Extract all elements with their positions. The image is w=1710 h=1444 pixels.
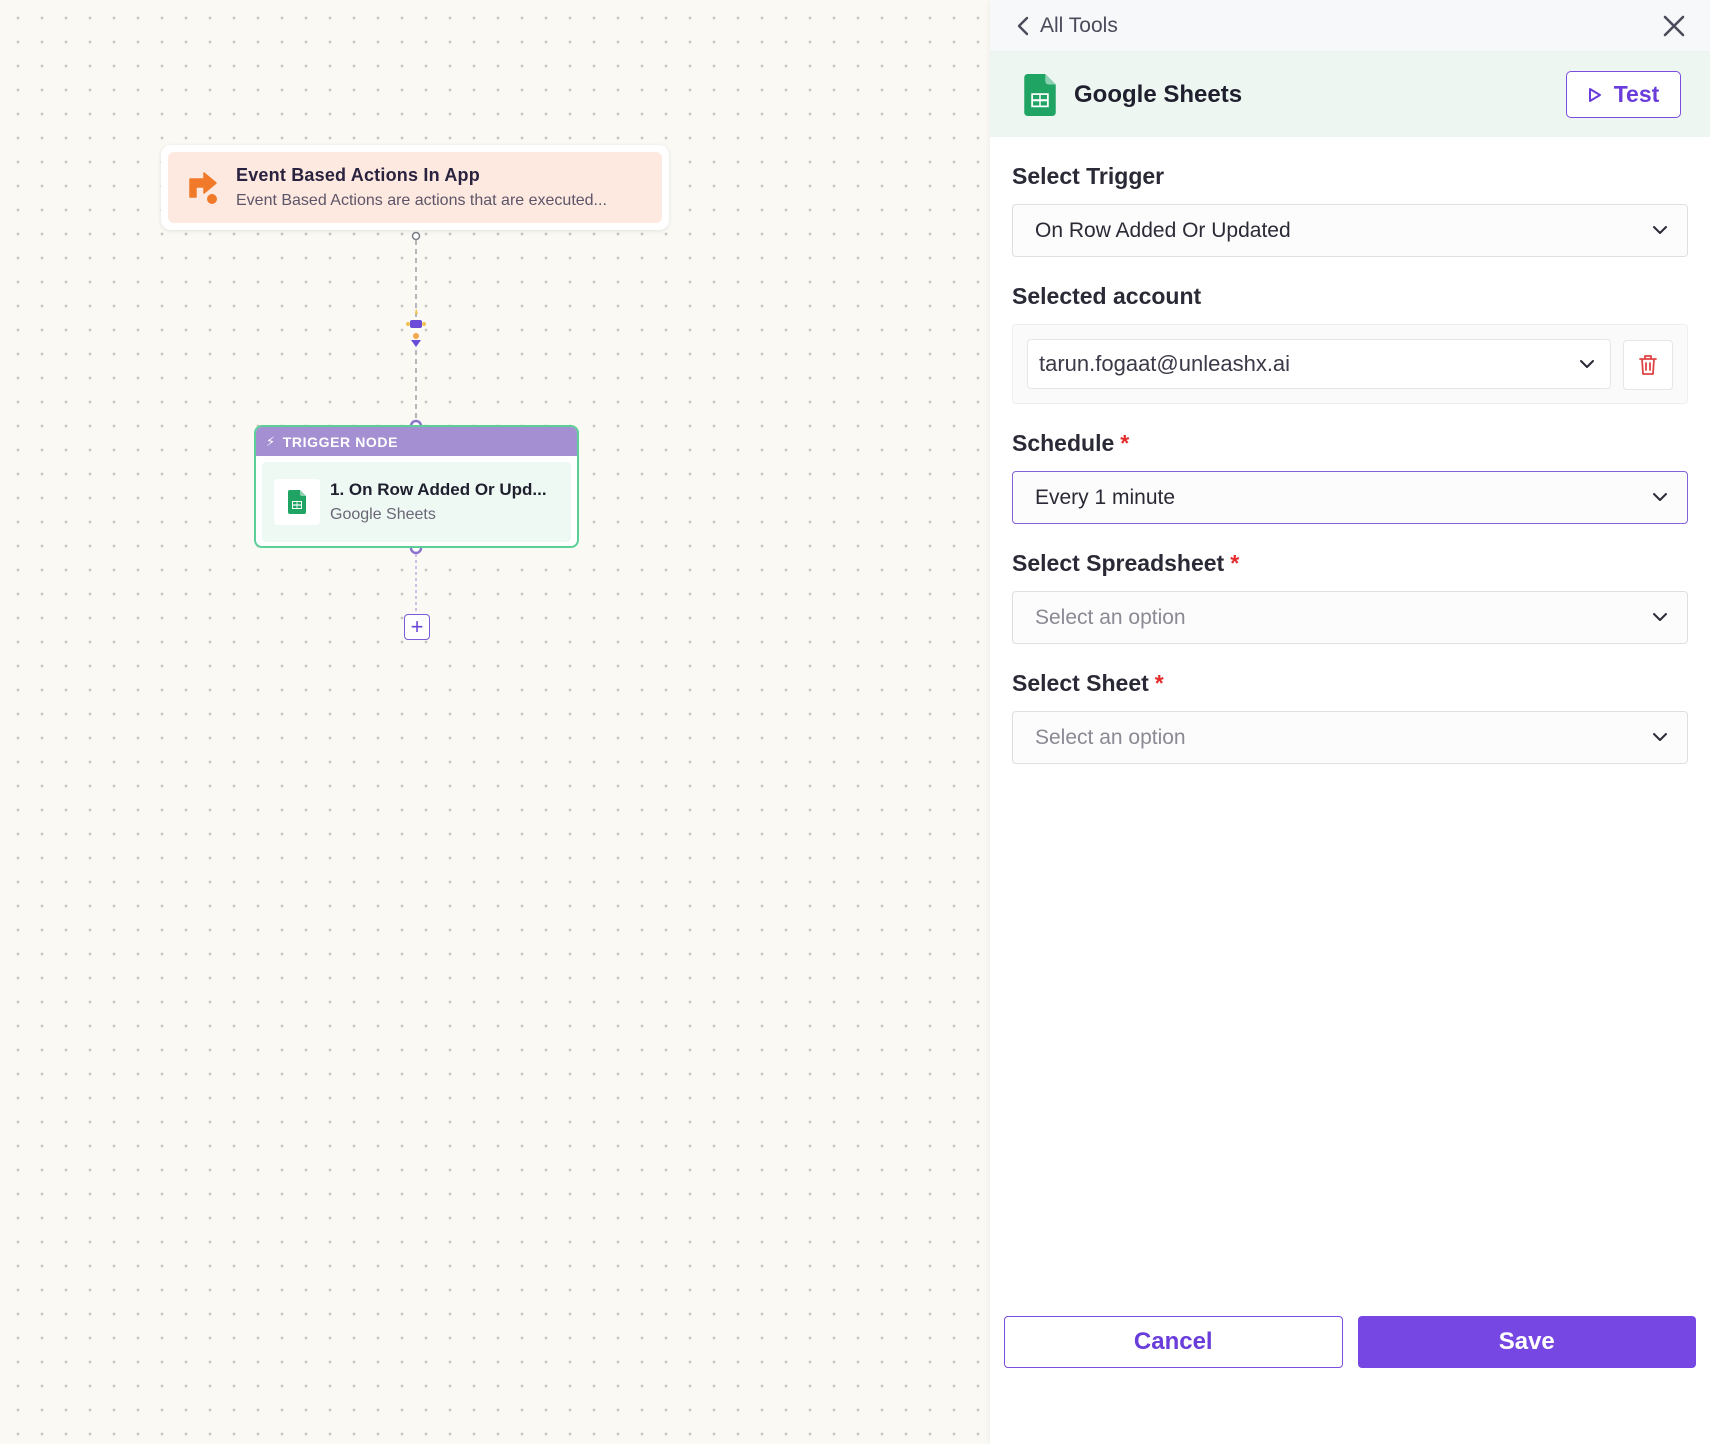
required-marker: * bbox=[1230, 550, 1240, 576]
event-action-icon bbox=[189, 171, 217, 204]
select-spreadsheet-dropdown[interactable]: Select an option bbox=[1012, 591, 1688, 644]
required-marker: * bbox=[1120, 430, 1130, 456]
test-button[interactable]: Test bbox=[1566, 71, 1681, 118]
add-node-button[interactable]: + bbox=[404, 614, 430, 640]
account-value: tarun.fogaat@unleashx.ai bbox=[1039, 351, 1291, 376]
select-sheet-dropdown[interactable]: Select an option bbox=[1012, 711, 1688, 764]
cancel-button-label: Cancel bbox=[1133, 1328, 1213, 1355]
panel-footer: Cancel Save bbox=[1004, 1316, 1696, 1368]
trigger-node[interactable]: ⚡︎ TRIGGER NODE 1. On Row Added Or Upd..… bbox=[254, 425, 579, 548]
schedule-label: Schedule * bbox=[1012, 430, 1688, 457]
trigger-node-header-label: TRIGGER NODE bbox=[282, 433, 399, 450]
required-marker: * bbox=[1154, 670, 1164, 696]
select-trigger-dropdown[interactable]: On Row Added Or Updated bbox=[1012, 204, 1688, 257]
event-node-title: Event Based Actions In App bbox=[236, 165, 480, 185]
google-sheets-icon bbox=[274, 479, 320, 525]
connector-animation-icon bbox=[406, 308, 426, 347]
panel-topbar: All Tools bbox=[990, 0, 1710, 52]
all-tools-back-link[interactable]: All Tools bbox=[1016, 14, 1118, 38]
event-node-description: Event Based Actions are actions that are… bbox=[236, 192, 607, 209]
tool-header: Google Sheets Test bbox=[990, 52, 1710, 137]
selected-account-label-text: Selected account bbox=[1012, 283, 1202, 309]
chevron-down-icon bbox=[1653, 733, 1667, 741]
tool-config-panel: All Tools Google Sheets Test Select Trig… bbox=[990, 0, 1710, 1444]
play-icon bbox=[1588, 87, 1601, 102]
chevron-down-icon bbox=[1653, 493, 1667, 501]
trigger-node-title: 1. On Row Added Or Upd... bbox=[330, 480, 547, 499]
cancel-button[interactable]: Cancel bbox=[1004, 1316, 1343, 1368]
trigger-node-body: 1. On Row Added Or Upd... Google Sheets bbox=[262, 462, 571, 542]
workflow-canvas[interactable]: Event Based Actions In App Event Based A… bbox=[0, 0, 990, 1444]
select-trigger-value: On Row Added Or Updated bbox=[1035, 218, 1291, 242]
select-spreadsheet-label-text: Select Spreadsheet bbox=[1012, 550, 1225, 576]
selected-account-label: Selected account bbox=[1012, 283, 1688, 310]
schedule-value: Every 1 minute bbox=[1035, 485, 1176, 509]
delete-account-button[interactable] bbox=[1623, 340, 1673, 390]
select-spreadsheet-placeholder: Select an option bbox=[1035, 605, 1186, 629]
event-node-content: Event Based Actions In App Event Based A… bbox=[168, 152, 662, 223]
all-tools-label: All Tools bbox=[1040, 13, 1118, 37]
tool-form: Select Trigger On Row Added Or Updated S… bbox=[990, 163, 1710, 764]
select-sheet-label-text: Select Sheet bbox=[1012, 670, 1149, 696]
test-button-label: Test bbox=[1613, 81, 1660, 107]
trigger-node-header: ⚡︎ TRIGGER NODE bbox=[256, 427, 577, 456]
schedule-dropdown[interactable]: Every 1 minute bbox=[1012, 471, 1688, 524]
select-trigger-label: Select Trigger bbox=[1012, 163, 1688, 190]
account-dropdown[interactable]: tarun.fogaat@unleashx.ai bbox=[1027, 339, 1611, 389]
select-trigger-label-text: Select Trigger bbox=[1012, 163, 1165, 189]
selected-account-box: tarun.fogaat@unleashx.ai bbox=[1012, 324, 1688, 404]
select-spreadsheet-label: Select Spreadsheet * bbox=[1012, 550, 1688, 577]
plus-icon: + bbox=[410, 614, 424, 639]
chevron-down-icon bbox=[1653, 226, 1667, 234]
event-based-actions-node[interactable]: Event Based Actions In App Event Based A… bbox=[161, 145, 669, 230]
chevron-down-icon bbox=[1580, 360, 1594, 368]
schedule-label-text: Schedule bbox=[1012, 430, 1115, 456]
google-sheets-icon bbox=[1024, 73, 1056, 116]
select-sheet-label: Select Sheet * bbox=[1012, 670, 1688, 697]
save-button[interactable]: Save bbox=[1357, 1316, 1696, 1368]
trigger-node-subtitle: Google Sheets bbox=[330, 506, 436, 523]
tool-name: Google Sheets bbox=[1074, 80, 1243, 108]
save-button-label: Save bbox=[1498, 1328, 1555, 1355]
trash-icon bbox=[1639, 355, 1657, 375]
chevron-left-icon bbox=[1017, 16, 1029, 35]
chevron-down-icon bbox=[1653, 613, 1667, 621]
bolt-icon: ⚡︎ bbox=[266, 433, 276, 449]
select-sheet-placeholder: Select an option bbox=[1035, 725, 1186, 749]
close-icon[interactable] bbox=[1660, 12, 1688, 40]
